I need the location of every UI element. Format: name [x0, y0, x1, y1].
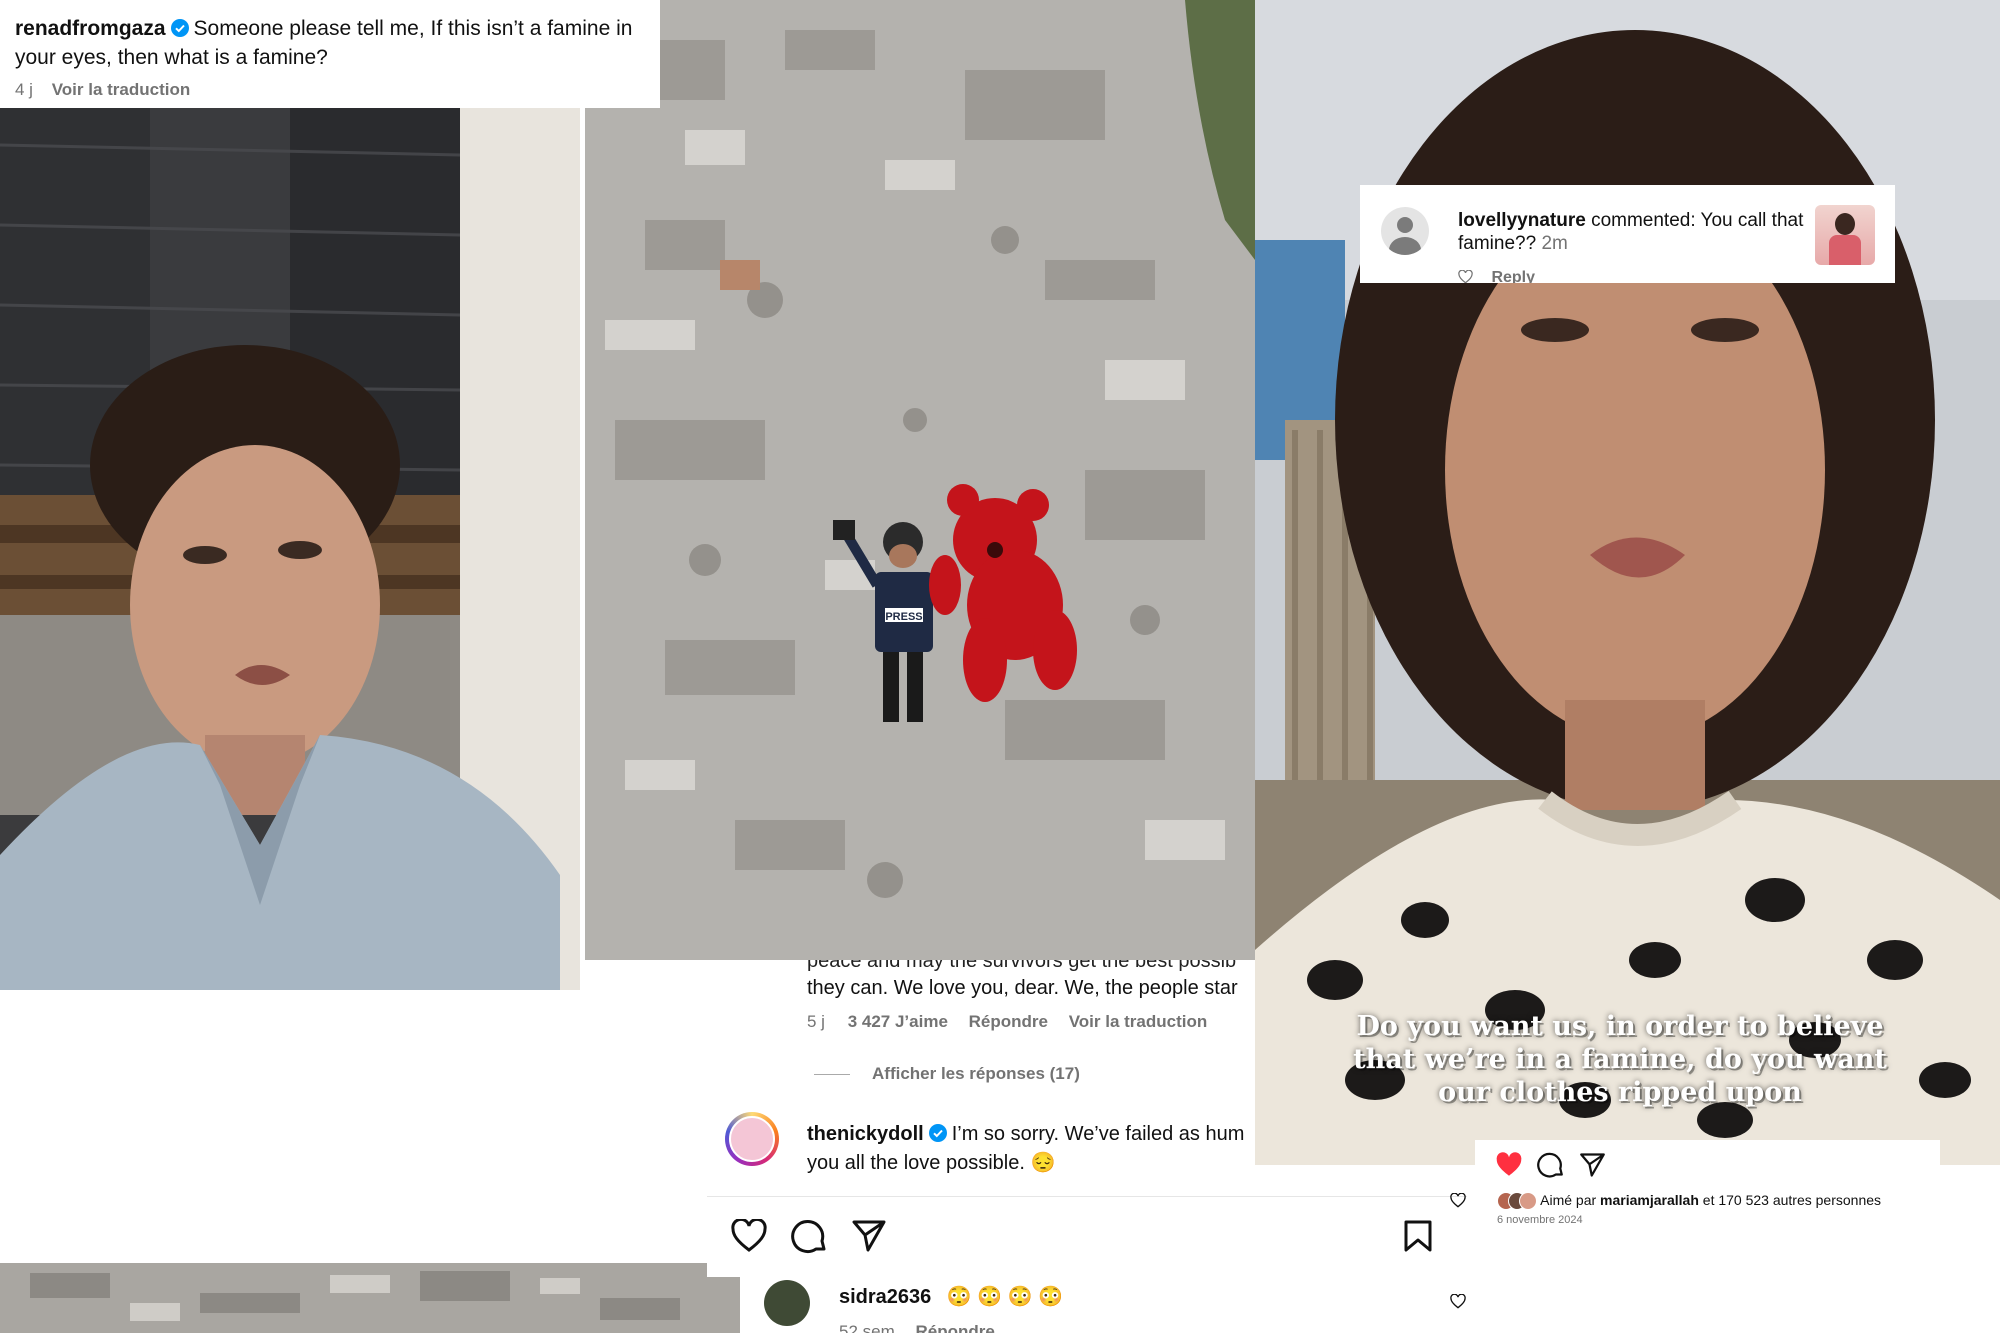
rubble-strip-bottom [0, 1263, 740, 1333]
video-still-right [1255, 0, 2000, 1165]
video-still-middle: PRESS [585, 0, 1255, 960]
post-date: 6 novembre 2024 [1497, 1214, 1583, 1225]
replies-divider [814, 1074, 850, 1076]
comment-text-line2: they can. We love you, dear. We, the peo… [807, 977, 1238, 999]
press-vest-label: PRESS [885, 611, 922, 623]
share-send-icon[interactable] [851, 1219, 887, 1253]
comment-body: thenickydoll I’m so sorry. We’ve failed a… [807, 1120, 1244, 1178]
notification-body: lovellyynature commented: You call that … [1458, 209, 1813, 255]
verified-badge-icon [170, 19, 189, 37]
comment-body: renadfromgaza Someone please tell me, If … [15, 14, 655, 72]
reply-link[interactable]: Répondre [915, 1322, 994, 1333]
liked-by-suffix: et 170 523 autres personnes [1702, 1192, 1882, 1208]
comment-text-line2: you all the love possible. 😔 [807, 1152, 1056, 1174]
notification-username[interactable]: lovellyynature [1458, 210, 1586, 231]
comment-age: 5 j [807, 1012, 825, 1031]
share-send-icon[interactable] [1579, 1152, 1606, 1178]
translate-link[interactable]: Voir la traduction [52, 80, 191, 99]
liked-by-line: Aimé par mariamjarallah et 170 523 autre… [1497, 1192, 1881, 1225]
comment-card-renadfromgaza: renadfromgaza Someone please tell me, If … [0, 0, 660, 108]
liked-heart-icon[interactable] [1495, 1152, 1523, 1178]
comments-panel-middle: peace and may the survivors get the best… [707, 960, 1252, 1196]
comment-bubble-icon[interactable] [791, 1219, 827, 1255]
comment-body: sidra2636 😳 😳 😳 😳 [839, 1284, 1063, 1309]
like-heart-icon[interactable] [1458, 269, 1473, 283]
caption-line: our clothes ripped upon [1438, 1077, 1802, 1108]
post-thumbnail[interactable] [1815, 205, 1875, 265]
comment-like-heart-icon[interactable] [1450, 1294, 1466, 1309]
comment-notification-card: lovellyynature commented: You call that … [1360, 185, 1895, 283]
liked-by-prefix: Aimé par [1540, 1192, 1597, 1208]
comment-like-count[interactable]: 3 427 J’aime [848, 1012, 948, 1031]
video-caption: Do you want us, in order to believe that… [1270, 1010, 1970, 1109]
reply-link[interactable]: Reply [1491, 269, 1535, 283]
comment-username[interactable]: sidra2636 [839, 1286, 931, 1308]
comment-text: 😳 😳 😳 😳 [946, 1286, 1064, 1308]
notification-time: 2m [1541, 233, 1568, 254]
reply-link[interactable]: Répondre [969, 1012, 1048, 1031]
comment-card-sidra2636: sidra2636 😳 😳 😳 😳 52 sem Répondre [740, 1276, 1480, 1333]
video-still-left [0, 85, 580, 990]
post-likes-footer: Aimé par mariamjarallah et 170 523 autre… [1475, 1140, 1940, 1225]
comment-username[interactable]: thenickydoll [807, 1123, 924, 1145]
comment-text-partial: peace and may the survivors get the best… [807, 960, 1237, 972]
caption-line: that we’re in a famine, do you want [1353, 1044, 1887, 1075]
comment-age: 4 j [15, 80, 33, 99]
liker-avatars [1497, 1192, 1537, 1210]
caption-line: Do you want us, in order to believe [1356, 1011, 1884, 1042]
bookmark-icon[interactable] [1403, 1219, 1433, 1253]
comment-age: 52 sem [839, 1322, 895, 1333]
comment-bubble-icon[interactable] [1537, 1152, 1564, 1179]
show-replies-link[interactable]: Afficher les réponses (17) [872, 1064, 1080, 1083]
post-action-bar [707, 1196, 1467, 1277]
verified-badge-icon [928, 1124, 947, 1142]
avatar[interactable] [764, 1280, 810, 1326]
default-avatar-icon [1381, 207, 1429, 255]
comment-text: I’m so sorry. We’ve failed as hum [951, 1123, 1245, 1145]
comment-username[interactable]: renadfromgaza [15, 17, 166, 40]
translate-link[interactable]: Voir la traduction [1069, 1012, 1208, 1031]
like-heart-icon[interactable] [731, 1219, 767, 1253]
comment-like-heart-icon[interactable] [1450, 1193, 1466, 1208]
liked-by-username[interactable]: mariamjarallah [1600, 1192, 1699, 1208]
avatar[interactable] [725, 1112, 779, 1166]
